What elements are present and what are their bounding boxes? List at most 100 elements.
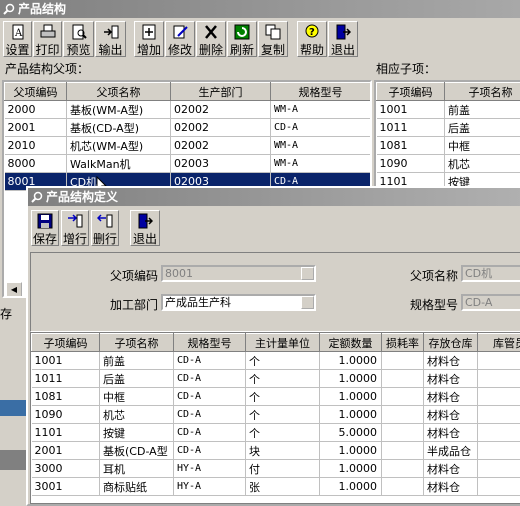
cell[interactable] — [478, 424, 520, 442]
add-button[interactable]: 增加 — [134, 21, 164, 57]
cell[interactable]: WM-A — [271, 137, 371, 155]
cell[interactable]: 后盖 — [445, 119, 520, 137]
table-row[interactable]: 1090机芯CD-A个1.0000材料仓 — [32, 406, 520, 424]
exit-button[interactable]: 退出 — [328, 21, 358, 57]
cell[interactable]: 2010 — [5, 137, 67, 155]
table-row[interactable]: 1090机芯 — [377, 155, 520, 173]
cell[interactable]: WM-A — [271, 155, 371, 173]
cell[interactable]: HY-A — [174, 460, 246, 478]
detail-grid[interactable]: 子项编码 子项名称 规格型号 主计量单位 定额数量 损耗率 存放仓库 库管员 1… — [30, 332, 520, 504]
spec-field[interactable]: CD-A — [461, 294, 520, 311]
col-quota[interactable]: 定额数量 — [320, 334, 382, 352]
cell[interactable]: 1001 — [32, 352, 100, 370]
add-row-button[interactable]: 增行 — [61, 210, 89, 246]
cell[interactable]: 个 — [246, 406, 320, 424]
col-parent-code[interactable]: 父项编码 — [5, 83, 67, 101]
cell[interactable] — [382, 388, 424, 406]
cell[interactable]: 2001 — [5, 119, 67, 137]
col-child-code[interactable]: 子项编码 — [377, 83, 445, 101]
delete-button[interactable]: 删除 — [196, 21, 226, 57]
lookup-icon[interactable] — [301, 267, 314, 280]
cell[interactable]: 按键 — [100, 424, 174, 442]
cell[interactable] — [478, 352, 520, 370]
cell[interactable]: HY-A — [174, 478, 246, 496]
cell[interactable]: 前盖 — [445, 101, 520, 119]
col-warehouse[interactable]: 存放仓库 — [424, 334, 478, 352]
col-dept[interactable]: 生产部门 — [171, 83, 271, 101]
table-row[interactable]: 1011后盖 — [377, 119, 520, 137]
cell[interactable] — [478, 460, 520, 478]
table-row[interactable]: 3001商标贴纸HY-A张1.0000材料仓 — [32, 478, 520, 496]
cell[interactable]: 02002 — [171, 119, 271, 137]
col-child-name[interactable]: 子项名称 — [100, 334, 174, 352]
cell[interactable] — [478, 442, 520, 460]
dept-field[interactable]: 产成品生产科 — [161, 294, 316, 311]
scroll-left-button[interactable]: ◀ — [6, 282, 22, 298]
cell[interactable] — [382, 460, 424, 478]
cell[interactable]: 机芯(WM-A型) — [67, 137, 171, 155]
copy-button[interactable]: 复制 — [258, 21, 288, 57]
cell[interactable]: 1101 — [32, 424, 100, 442]
cell[interactable]: 2001 — [32, 442, 100, 460]
lookup-icon[interactable] — [301, 296, 314, 309]
cell[interactable]: 个 — [246, 388, 320, 406]
refresh-button[interactable]: 刷新 — [227, 21, 257, 57]
cell[interactable] — [382, 406, 424, 424]
col-child-code[interactable]: 子项编码 — [32, 334, 100, 352]
cell[interactable]: 1.0000 — [320, 352, 382, 370]
cell[interactable]: 8000 — [5, 155, 67, 173]
cell[interactable]: 材料仓 — [424, 370, 478, 388]
cell[interactable] — [478, 370, 520, 388]
cell[interactable] — [478, 388, 520, 406]
table-row[interactable]: 1081中框CD-A个1.0000材料仓 — [32, 388, 520, 406]
cell[interactable]: CD-A — [174, 388, 246, 406]
col-parent-name[interactable]: 父项名称 — [67, 83, 171, 101]
cell[interactable]: 1081 — [32, 388, 100, 406]
cell[interactable]: 1011 — [377, 119, 445, 137]
cell[interactable]: 张 — [246, 478, 320, 496]
cell[interactable]: 1.0000 — [320, 370, 382, 388]
cell[interactable]: 1.0000 — [320, 478, 382, 496]
cell[interactable]: 材料仓 — [424, 406, 478, 424]
cell[interactable]: 块 — [246, 442, 320, 460]
cell[interactable]: 2000 — [5, 101, 67, 119]
table-row[interactable]: 1101按键CD-A个5.0000材料仓 — [32, 424, 520, 442]
cell[interactable]: 材料仓 — [424, 424, 478, 442]
cell[interactable] — [478, 406, 520, 424]
table-row[interactable]: 1001前盖CD-A个1.0000材料仓 — [32, 352, 520, 370]
cell[interactable]: 个 — [246, 352, 320, 370]
cell[interactable]: 基板(CD-A型) — [67, 119, 171, 137]
cell[interactable] — [382, 442, 424, 460]
help-button[interactable]: ? 帮助 — [297, 21, 327, 57]
cell[interactable]: 付 — [246, 460, 320, 478]
cell[interactable]: 基板(CD-A型 — [100, 442, 174, 460]
dialog-exit-button[interactable]: 退出 — [130, 210, 160, 246]
cell[interactable]: 1011 — [32, 370, 100, 388]
col-loss-rate[interactable]: 损耗率 — [382, 334, 424, 352]
table-row[interactable]: 2001 基板(CD-A型) 02002 CD-A — [5, 119, 371, 137]
cell[interactable]: 半成品仓 — [424, 442, 478, 460]
cell[interactable]: WM-A — [271, 101, 371, 119]
cell[interactable]: 前盖 — [100, 352, 174, 370]
save-button[interactable]: 保存 — [31, 210, 59, 246]
cell[interactable]: 后盖 — [100, 370, 174, 388]
cell[interactable]: 1.0000 — [320, 460, 382, 478]
cell[interactable]: 材料仓 — [424, 388, 478, 406]
cell[interactable]: 中框 — [100, 388, 174, 406]
cell[interactable]: 材料仓 — [424, 352, 478, 370]
settings-button[interactable]: A 设置 — [3, 21, 32, 57]
table-row[interactable]: 1081中框 — [377, 137, 520, 155]
cell[interactable]: 个 — [246, 370, 320, 388]
cell[interactable]: 基板(WM-A型) — [67, 101, 171, 119]
table-row[interactable]: 1011后盖CD-A个1.0000材料仓 — [32, 370, 520, 388]
cell[interactable]: 02002 — [171, 137, 271, 155]
cell[interactable]: 02003 — [171, 155, 271, 173]
col-child-name[interactable]: 子项名称 — [445, 83, 520, 101]
cell[interactable]: 1081 — [377, 137, 445, 155]
cell[interactable]: 中框 — [445, 137, 520, 155]
cell[interactable]: 材料仓 — [424, 460, 478, 478]
col-spec[interactable]: 规格型号 — [174, 334, 246, 352]
table-row[interactable]: 3000耳机HY-A付1.0000材料仓 — [32, 460, 520, 478]
preview-button[interactable]: 预览 — [63, 21, 94, 57]
child-grid[interactable]: 子项编码 子项名称 1001前盖 1011后盖 1081中框 1090机芯 11… — [374, 80, 520, 190]
